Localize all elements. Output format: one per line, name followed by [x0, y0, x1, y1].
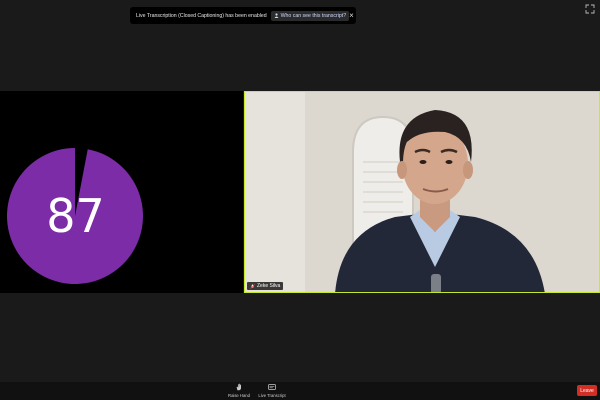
captions-icon	[268, 384, 276, 390]
who-can-see-transcript-button[interactable]: Who can see this transcript?	[270, 10, 350, 21]
banner-message: Live Transcription (Closed Captioning) h…	[136, 12, 267, 19]
live-transcript-button[interactable]: Live Transcript	[257, 383, 287, 398]
close-icon[interactable]: ×	[349, 11, 354, 20]
participant-video-tile[interactable]: Zeke Silva	[244, 91, 600, 293]
participant-name: Zeke Silva	[257, 283, 281, 289]
meeting-toolbar: Raise Hand Live Transcript Leave	[0, 382, 600, 400]
transcription-banner: Live Transcription (Closed Captioning) h…	[130, 7, 356, 24]
raise-hand-label: Raise Hand	[228, 393, 250, 398]
leave-button[interactable]: Leave	[577, 385, 597, 396]
hand-icon	[236, 383, 241, 391]
participant-name-tag: Zeke Silva	[247, 282, 284, 290]
who-can-see-label: Who can see this transcript?	[280, 12, 347, 19]
person-icon	[274, 13, 279, 18]
mic-muted-icon	[250, 283, 255, 289]
timer-value: 87	[46, 189, 105, 243]
shared-screen-tile: 87	[0, 91, 243, 293]
fullscreen-icon[interactable]	[585, 4, 595, 14]
raise-hand-button[interactable]: Raise Hand	[224, 383, 254, 398]
participant-video	[245, 92, 599, 292]
live-transcript-label: Live Transcript	[258, 393, 286, 398]
